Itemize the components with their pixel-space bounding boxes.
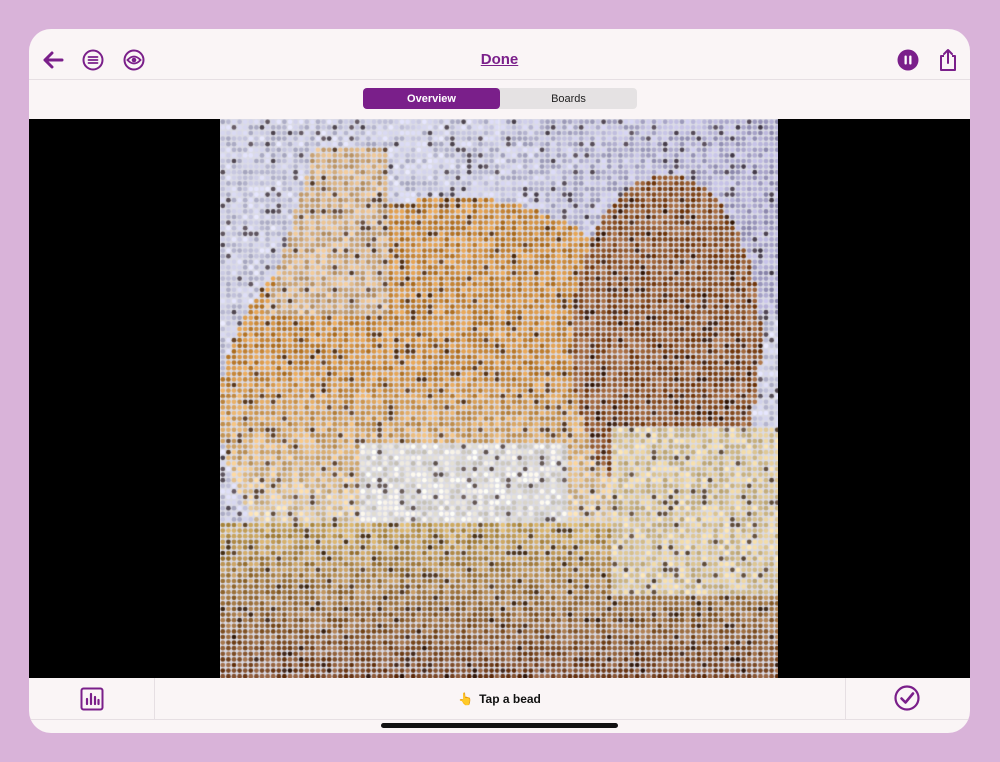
footer-divider xyxy=(845,678,846,719)
app-window: Done Overview Boards 👆 Tap a bead xyxy=(29,29,970,733)
hint-text: Tap a bead xyxy=(479,691,541,706)
bead-canvas-area xyxy=(29,119,970,678)
tap-bead-hint: 👆 Tap a bead xyxy=(154,678,845,719)
bar-chart-icon[interactable] xyxy=(77,684,107,714)
pause-icon[interactable] xyxy=(893,45,923,75)
home-indicator xyxy=(381,723,618,728)
done-link[interactable]: Done xyxy=(481,51,519,68)
pointing-finger-icon: 👆 xyxy=(458,691,474,706)
top-toolbar: Done xyxy=(29,29,970,80)
bottom-toolbar: 👆 Tap a bead xyxy=(29,678,970,720)
view-segmented-control: Overview Boards xyxy=(363,88,637,109)
bead-pattern-canvas[interactable] xyxy=(220,119,778,678)
tab-overview[interactable]: Overview xyxy=(363,88,500,109)
tab-boards[interactable]: Boards xyxy=(500,88,637,109)
share-icon[interactable] xyxy=(933,45,963,75)
page-title[interactable]: Done xyxy=(29,51,970,68)
check-circle-icon[interactable] xyxy=(892,683,922,713)
